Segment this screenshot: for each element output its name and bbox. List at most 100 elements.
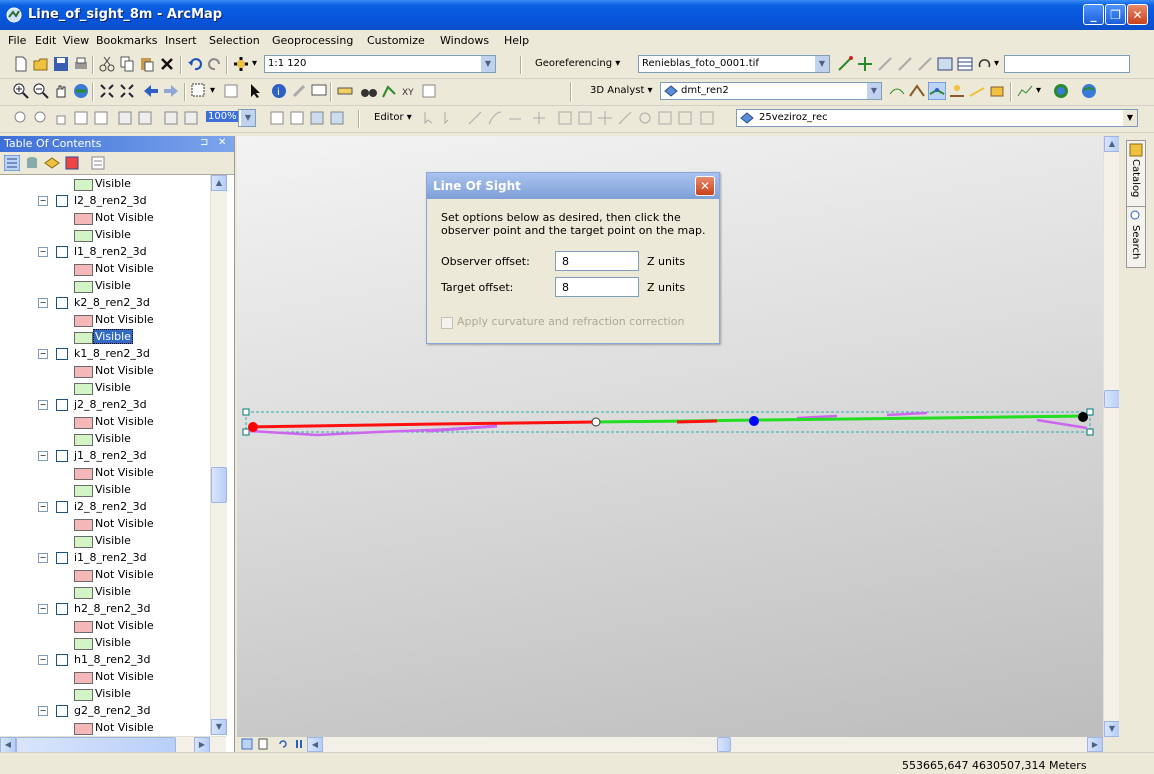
legend-label[interactable]: Visible	[95, 636, 131, 649]
interpolate-polygon-icon[interactable]	[988, 82, 1006, 100]
legend-label[interactable]: Not Visible	[95, 313, 154, 326]
observer-offset-input[interactable]: 8	[555, 251, 639, 271]
data-driven-pages-icon[interactable]	[328, 109, 346, 127]
toc-scroll-thumb[interactable]	[211, 467, 227, 503]
print-icon[interactable]	[72, 55, 90, 73]
menu-selection[interactable]: Selection	[209, 34, 260, 47]
edit-tool-icon[interactable]	[420, 109, 438, 127]
map-hscroll-thumb[interactable]	[717, 737, 731, 752]
paste-icon[interactable]	[138, 55, 156, 73]
toc-options-icon[interactable]	[90, 155, 106, 171]
menu-view[interactable]: View	[63, 34, 89, 47]
collapse-icon[interactable]: −	[38, 196, 48, 206]
select-features-icon[interactable]	[190, 82, 208, 100]
legend-label[interactable]: Not Visible	[95, 619, 154, 632]
refresh-icon[interactable]	[277, 738, 289, 750]
shift-icon[interactable]	[856, 55, 874, 73]
focus-data-frame-icon[interactable]	[288, 109, 306, 127]
new-document-icon[interactable]	[12, 55, 30, 73]
layer-visibility-checkbox[interactable]	[56, 654, 68, 666]
restore-button[interactable]: ❐	[1105, 4, 1126, 25]
sketch-properties-icon[interactable]	[636, 109, 654, 127]
map-scale-combo[interactable]: 1:1 120 ▼	[264, 55, 496, 73]
copy-icon[interactable]	[118, 55, 136, 73]
fixed-zoom-out-layout-icon[interactable]	[136, 109, 154, 127]
add-data-dropdown-icon[interactable]: ▾	[252, 58, 257, 69]
layer-visibility-checkbox[interactable]	[56, 348, 68, 360]
edit-annotation-icon[interactable]	[440, 109, 458, 127]
georef-layer-combo[interactable]: Renieblas_foto_0001.tif ▼	[638, 55, 830, 73]
go-forward-extent-layout-icon[interactable]	[182, 109, 200, 127]
menu-windows[interactable]: Windows	[440, 34, 489, 47]
attributes-icon[interactable]	[656, 109, 674, 127]
scroll-up-icon[interactable]: ▲	[211, 175, 227, 191]
layer-visibility-checkbox[interactable]	[56, 705, 68, 717]
full-extent-icon[interactable]	[72, 82, 90, 100]
toc-layer-row[interactable]: − l1_8_ren2_3d	[0, 244, 210, 261]
data-view-icon[interactable]	[241, 738, 253, 750]
go-to-xy-icon[interactable]: XY	[400, 82, 418, 100]
toc-layer-row[interactable]: − k2_8_ren2_3d	[0, 295, 210, 312]
edit-vertices-icon[interactable]	[698, 109, 716, 127]
contour-icon[interactable]	[888, 82, 906, 100]
toc-layer-row[interactable]: − k1_8_ren2_3d	[0, 346, 210, 363]
catalog-tab[interactable]: Catalog	[1126, 140, 1146, 208]
toc-layer-row[interactable]: − i1_8_ren2_3d	[0, 550, 210, 567]
zoom-to-link-icon[interactable]	[916, 55, 934, 73]
layer-name[interactable]: i1_8_ren2_3d	[74, 551, 147, 564]
georeferencing-menu[interactable]: Georeferencing ▾	[535, 58, 620, 69]
toc-layer-row[interactable]: − h2_8_ren2_3d	[0, 601, 210, 618]
layer-visibility-checkbox[interactable]	[56, 195, 68, 207]
curvature-checkbox[interactable]	[441, 317, 453, 329]
redo-icon[interactable]	[206, 55, 224, 73]
find-binoculars-icon[interactable]	[360, 82, 378, 100]
collapse-icon[interactable]: −	[38, 655, 48, 665]
list-by-selection-icon[interactable]	[64, 155, 80, 171]
open-folder-icon[interactable]	[32, 55, 50, 73]
find-route-icon[interactable]	[380, 82, 398, 100]
layer-visibility-checkbox[interactable]	[56, 450, 68, 462]
rotate-icon[interactable]	[836, 55, 854, 73]
interpolate-point-icon[interactable]	[948, 82, 966, 100]
zoom-percent-combo[interactable]: ▼	[238, 109, 256, 127]
add-control-points-icon[interactable]	[876, 55, 894, 73]
toc-layer-row[interactable]: − h1_8_ren2_3d	[0, 652, 210, 669]
scroll-up-icon[interactable]: ▲	[1104, 136, 1119, 152]
toc-hscroll-thumb[interactable]	[16, 737, 176, 753]
select-elements-arrow-icon[interactable]	[246, 82, 264, 100]
legend-label[interactable]: Visible	[95, 534, 131, 547]
collapse-icon[interactable]: −	[38, 604, 48, 614]
legend-label[interactable]: Visible	[95, 381, 131, 394]
measure-icon[interactable]	[336, 82, 354, 100]
profile-dropdown-icon[interactable]: ▾	[1036, 85, 1041, 96]
add-data-icon[interactable]	[232, 55, 250, 73]
split-tool-icon[interactable]	[556, 109, 574, 127]
autoadjust-icon[interactable]	[976, 55, 994, 73]
collapse-icon[interactable]: −	[38, 400, 48, 410]
pause-drawing-icon[interactable]	[293, 738, 305, 750]
layer-name[interactable]: j2_8_ren2_3d	[74, 398, 147, 411]
search-tab[interactable]: Search	[1126, 206, 1146, 268]
menu-help[interactable]: Help	[504, 34, 529, 47]
toc-layer-row[interactable]: − j1_8_ren2_3d	[0, 448, 210, 465]
straight-segment-icon[interactable]	[466, 109, 484, 127]
menu-file[interactable]: File	[8, 34, 26, 47]
layer-name[interactable]: j1_8_ren2_3d	[74, 449, 147, 462]
scroll-down-icon[interactable]: ▼	[211, 719, 227, 735]
trace-icon[interactable]	[506, 109, 524, 127]
layer-name[interactable]: k2_8_ren2_3d	[74, 296, 150, 309]
legend-label[interactable]: Visible	[95, 432, 131, 445]
zoom-in-icon[interactable]	[12, 82, 30, 100]
list-by-visibility-icon[interactable]	[44, 155, 60, 171]
layout-pan-icon[interactable]	[52, 109, 70, 127]
fixed-zoom-in-icon[interactable]	[98, 82, 116, 100]
layer-visibility-checkbox[interactable]	[56, 246, 68, 258]
point-icon[interactable]	[530, 109, 548, 127]
back-extent-icon[interactable]	[142, 82, 160, 100]
interpolate-line-icon[interactable]	[968, 82, 986, 100]
identify-icon[interactable]: i	[270, 82, 288, 100]
time-slider-icon[interactable]	[420, 82, 438, 100]
close-icon[interactable]: ✕	[218, 137, 226, 148]
delete-icon[interactable]	[158, 55, 176, 73]
legend-label[interactable]: Visible	[95, 279, 131, 292]
